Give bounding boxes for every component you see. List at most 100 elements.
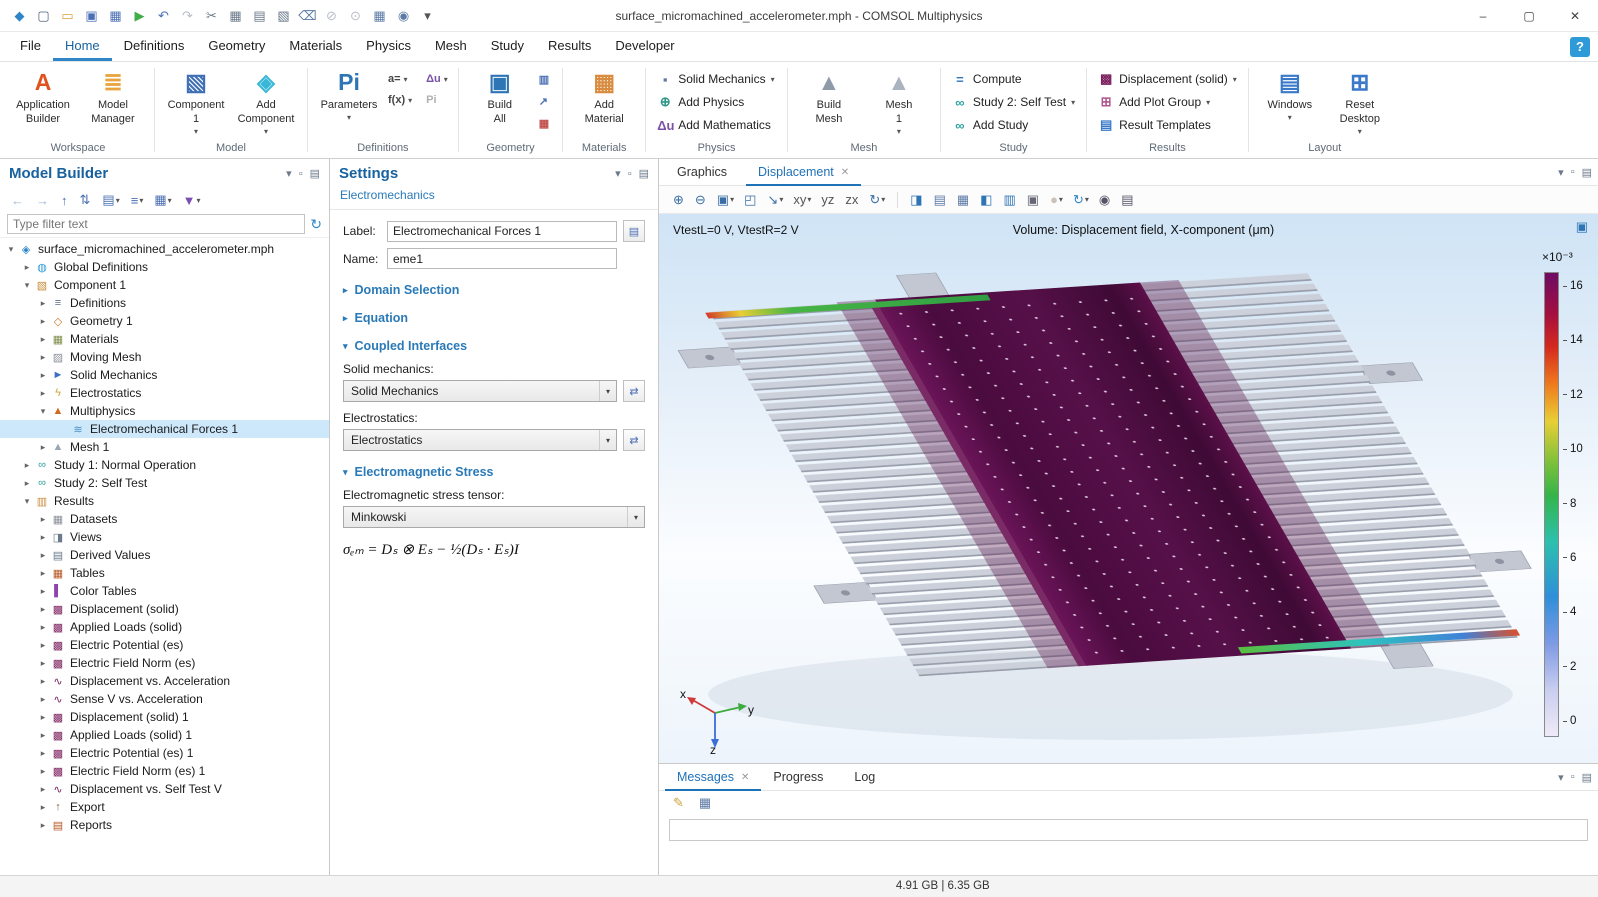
tree-expander-icon[interactable]: ▸ [36,658,50,669]
label-input[interactable] [387,221,617,242]
nonlocal-couplings-button[interactable]: Δu ▾ [423,69,451,89]
tree-expander-icon[interactable]: ▸ [36,514,50,525]
tree-item[interactable]: ▸ ▩ Electric Potential (es) 1 [0,744,329,762]
print-icon[interactable]: ▤ [1117,189,1138,211]
menu-item[interactable]: Home [53,33,112,61]
update-plot-icon[interactable]: ↻ ▾ [1069,189,1093,211]
tree-expander-icon[interactable]: ▸ [36,604,50,615]
tree-expander-icon[interactable]: ▸ [36,532,50,543]
cut-icon[interactable]: ✂ [200,4,223,28]
tree-expander-icon[interactable]: ▸ [36,712,50,723]
enable-icon[interactable]: ⊙ [344,4,367,28]
name-input[interactable] [387,248,617,269]
view-zx-icon[interactable]: zx [841,189,863,211]
tree-item[interactable]: ▸ ▩ Electric Field Norm (es) [0,654,329,672]
add-component-button[interactable]: ◈ Add Component ▾ [232,64,300,139]
tree-expander-icon[interactable]: ▸ [36,388,50,399]
tree-expander-icon[interactable]: ▾ [20,280,34,291]
maximize-button[interactable]: ▢ [1506,0,1552,31]
tree-item[interactable]: ▸ ▦ Materials [0,330,329,348]
tree-expander-icon[interactable]: ▸ [20,478,34,489]
scene-light-icon[interactable]: ▤ [930,189,951,211]
show-options-icon[interactable]: ▤ ▾ [98,189,123,211]
tree-expander-icon[interactable]: ▸ [36,352,50,363]
reset-desktop-button[interactable]: ⊞ Reset Desktop ▾ [1326,64,1394,139]
tree-item[interactable]: ▸ ◨ Views [0,528,329,546]
tree-expander-icon[interactable]: ▸ [36,316,50,327]
tree-expander-icon[interactable]: ▾ [36,406,50,417]
open-file-icon[interactable]: ▭ [56,4,79,28]
tree-item[interactable]: ▾ ▥ Results [0,492,329,510]
rotate-view-icon[interactable]: ↻ ▾ [865,189,889,211]
view-tab[interactable]: Graphics [665,159,746,186]
panel-menu-icon[interactable]: ▤ [310,167,320,180]
close-button[interactable]: ✕ [1552,0,1598,31]
section-coupled-interfaces[interactable]: ▾ Coupled Interfaces [343,339,645,353]
add-physics-button[interactable]: ⊕ Add Physics [653,91,780,113]
tree-item[interactable]: ▾ ◈ surface_micromachined_accelerometer.… [0,240,329,258]
export-geometry-icon[interactable]: ↗ [536,91,555,111]
menu-item[interactable]: File [8,33,53,61]
close-tab-icon[interactable]: ✕ [741,772,749,783]
tree-item[interactable]: ▸ ▩ Applied Loads (solid) 1 [0,726,329,744]
zoom-window-icon[interactable]: ◉ [392,4,415,28]
minimize-panel-icon[interactable]: ▾ [286,167,292,180]
section-electromagnetic-stress[interactable]: ▾ Electromagnetic Stress [343,465,645,479]
save-as-icon[interactable]: ▦ [104,4,127,28]
mesh-1-button[interactable]: ▲ Mesh 1 ▾ [865,64,933,139]
em-tensor-select[interactable]: Minkowski ▾ [343,506,645,528]
menu-item[interactable]: Developer [603,33,686,61]
tree-expander-icon[interactable]: ▸ [36,694,50,705]
physics-interface-select[interactable]: ▪ Solid Mechanics ▾ [653,68,780,90]
result-templates-button[interactable]: ▤ Result Templates [1094,114,1241,136]
tree-expander-icon[interactable]: ▸ [36,586,50,597]
minimize-panel-icon[interactable]: ▾ [1558,166,1564,179]
redo-icon[interactable]: ↷ [176,4,199,28]
view-xy-icon[interactable]: xy ▾ [789,189,815,211]
collapse-expand-icon[interactable]: ≡ ▾ [127,189,148,211]
add-material-button[interactable]: ▦ Add Material [570,64,638,139]
tree-item[interactable]: ▸ ▩ Applied Loads (solid) [0,618,329,636]
transparency-icon[interactable]: ◨ [906,189,927,211]
lock-icon[interactable]: ▣ [1023,189,1044,211]
float-panel-icon[interactable]: ▫ [1571,771,1575,783]
snapshot-icon[interactable]: ◉ [1095,189,1115,211]
view-tab[interactable]: Progress [761,764,842,791]
tree-item[interactable]: ▸ ▩ Displacement (solid) [0,600,329,618]
undo-icon[interactable]: ↶ [152,4,175,28]
variables-button[interactable]: a= ▾ [385,69,415,89]
default-view-icon[interactable]: ↘ ▾ [763,189,787,211]
tree-expander-icon[interactable]: ▸ [20,262,34,273]
tree-item[interactable]: ▸ ▤ Derived Values [0,546,329,564]
disable-icon[interactable]: ⊘ [320,4,343,28]
application-builder-button[interactable]: A Application Builder [9,64,77,139]
windows-button[interactable]: ▤ Windows ▾ [1256,64,1324,139]
zoom-extents-icon[interactable]: ◰ [740,189,761,211]
tree-item[interactable]: ▸ ▩ Displacement (solid) 1 [0,708,329,726]
panel-menu-icon[interactable]: ▤ [1582,771,1592,784]
tree-item[interactable]: ▸ ▦ Tables [0,564,329,582]
view-yz-icon[interactable]: yz [817,189,839,211]
tree-expander-icon[interactable]: ▸ [36,766,50,777]
move-node-icon[interactable]: ⇅ [76,189,96,211]
plot-menu-icon[interactable]: ▣ [1576,219,1588,235]
accelerometer-3d-view[interactable] [659,240,1532,763]
electrostatics-select[interactable]: Electrostatics ▾ [343,429,617,451]
go-back-icon[interactable]: ← [7,189,29,211]
tree-expander-icon[interactable]: ▸ [36,370,50,381]
new-file-icon[interactable]: ▢ [32,4,55,28]
minimize-panel-icon[interactable]: ▾ [615,167,621,180]
zoom-in-icon[interactable]: ⊕ [669,189,689,211]
menu-item[interactable]: Materials [277,33,354,61]
section-domain-selection[interactable]: ▸ Domain Selection [343,283,645,297]
zoom-out-icon[interactable]: ⊖ [691,189,711,211]
appearance-icon[interactable]: ● ▾ [1046,189,1067,211]
plot-group-select[interactable]: ▩ Displacement (solid) ▾ [1094,68,1241,90]
tree-expander-icon[interactable]: ▸ [36,820,50,831]
tree-expander-icon[interactable]: ▸ [36,784,50,795]
electrostatics-settings-button[interactable]: ⇄ [623,429,645,451]
tree-expander-icon[interactable]: ▸ [36,622,50,633]
tree-expander-icon[interactable]: ▸ [36,334,50,345]
float-panel-icon[interactable]: ▫ [628,168,632,180]
duplicate-icon[interactable]: ▧ [272,4,295,28]
